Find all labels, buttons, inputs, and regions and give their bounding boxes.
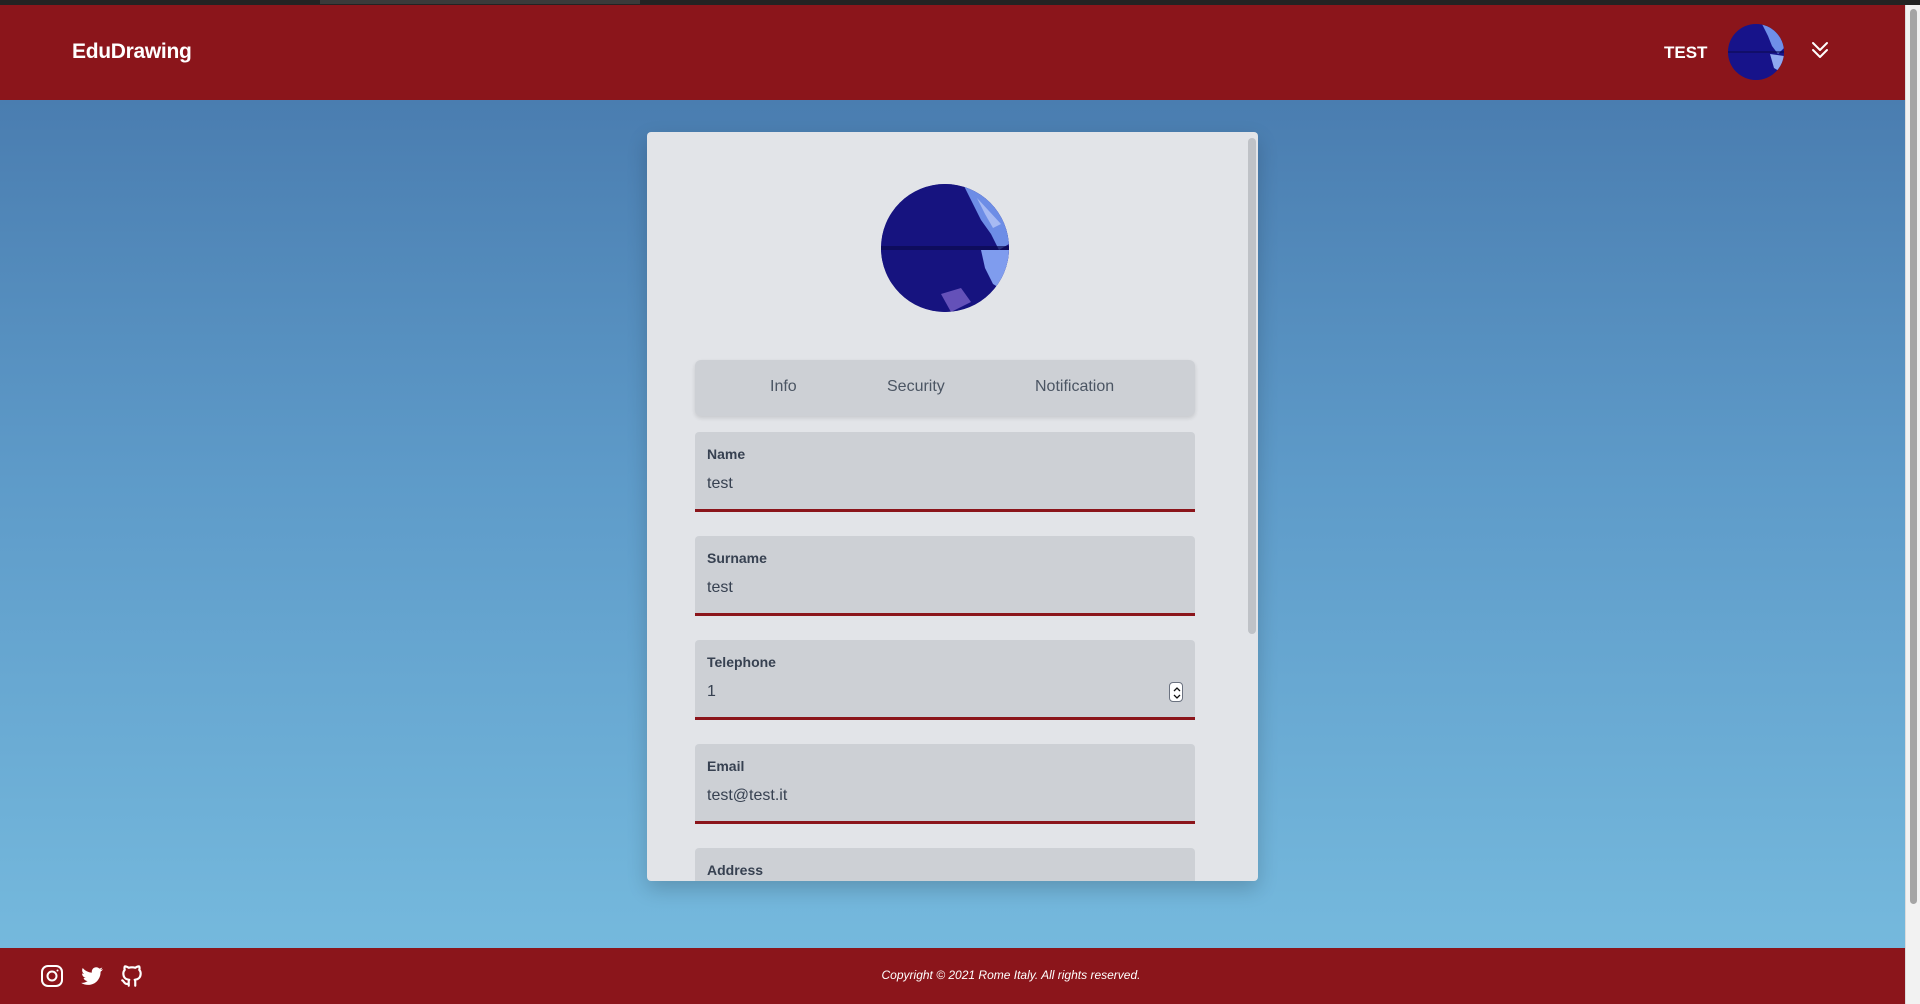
copyright-text: Copyright © 2021 Rome Italy. All rights … bbox=[881, 968, 1141, 982]
surname-field: Surname bbox=[695, 536, 1195, 616]
telephone-field: Telephone bbox=[695, 640, 1195, 720]
email-input[interactable] bbox=[707, 787, 1177, 805]
telephone-input[interactable] bbox=[707, 683, 1177, 701]
name-field: Name bbox=[695, 432, 1195, 512]
telephone-label: Telephone bbox=[707, 654, 776, 670]
profile-card: Info Security Notification Name Surname … bbox=[647, 132, 1258, 881]
username-label: TEST bbox=[1664, 43, 1708, 62]
surname-label: Surname bbox=[707, 550, 767, 566]
page-scrollbar-thumb[interactable] bbox=[1910, 9, 1917, 904]
number-stepper[interactable] bbox=[1169, 682, 1183, 702]
app-header: EduDrawing TEST bbox=[0, 5, 1905, 100]
app-footer: Copyright © 2021 Rome Italy. All rights … bbox=[0, 948, 1905, 1004]
chevron-double-down-icon[interactable] bbox=[1808, 38, 1832, 62]
user-avatar[interactable] bbox=[1728, 24, 1784, 80]
email-field: Email bbox=[695, 744, 1195, 824]
address-label: Address bbox=[707, 862, 764, 878]
name-input[interactable] bbox=[707, 475, 1177, 493]
tab-notification[interactable]: Notification bbox=[1035, 378, 1114, 396]
surname-input[interactable] bbox=[707, 579, 1177, 597]
profile-avatar[interactable] bbox=[881, 184, 1009, 312]
brand-logo[interactable]: EduDrawing bbox=[72, 40, 192, 64]
page-scrollbar[interactable] bbox=[1905, 5, 1920, 1004]
profile-tabs: Info Security Notification bbox=[695, 360, 1195, 416]
email-label: Email bbox=[707, 758, 745, 774]
tab-security[interactable]: Security bbox=[887, 378, 945, 396]
address-field: Address bbox=[695, 848, 1195, 881]
browser-tab[interactable] bbox=[320, 0, 640, 4]
card-scrollbar[interactable] bbox=[1248, 138, 1256, 634]
name-label: Name bbox=[707, 446, 746, 462]
tab-info[interactable]: Info bbox=[770, 378, 797, 396]
